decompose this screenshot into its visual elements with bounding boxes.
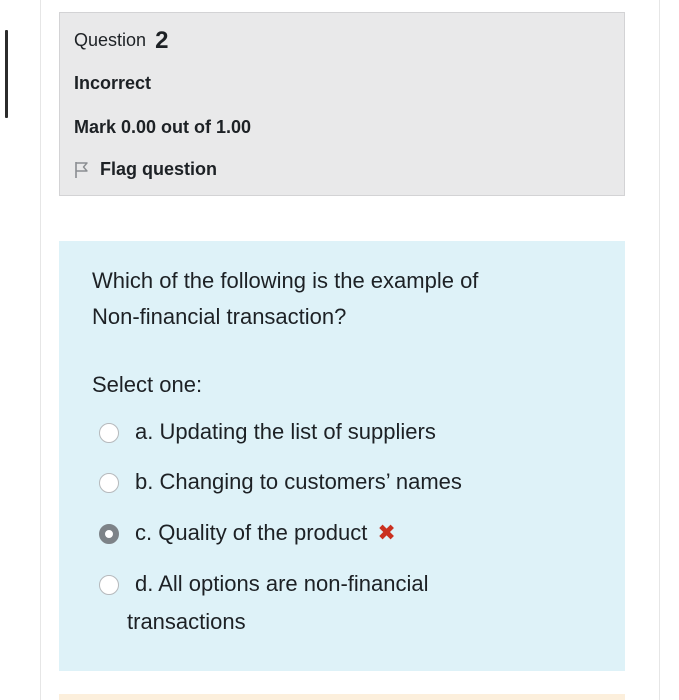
answer-option-c[interactable]: c. Quality of the product ✖	[99, 520, 396, 552]
flag-question-label: Flag question	[100, 159, 217, 179]
answer-option-d[interactable]: d. All options are non-financial transac…	[99, 571, 429, 641]
answer-label: b. Changing to customers’ names	[135, 469, 462, 494]
answer-label: a. Updating the list of suppliers	[135, 419, 436, 444]
answer-label-line-2: transactions	[127, 609, 246, 634]
radio-button[interactable]	[99, 423, 119, 443]
answer-label-container: d. All options are non-financial transac…	[127, 565, 429, 641]
question-state: Incorrect	[74, 73, 152, 93]
select-one-prompt: Select one:	[92, 372, 203, 397]
question-content-panel: Which of the following is the example of…	[59, 241, 625, 671]
answer-option-a[interactable]: a. Updating the list of suppliers	[99, 419, 436, 451]
radio-button[interactable]	[99, 473, 119, 493]
question-number: 2	[155, 27, 169, 54]
flag-question-link[interactable]: Flag question	[74, 159, 217, 180]
radio-button-selected[interactable]	[99, 524, 119, 544]
radio-button[interactable]	[99, 575, 119, 595]
answer-label-line-1: d. All options are non-financial	[135, 571, 429, 596]
answer-label-container: c. Quality of the product ✖	[135, 514, 396, 552]
feedback-panel-edge	[59, 694, 625, 700]
question-text-line-2: Non-financial transaction?	[92, 304, 347, 329]
cross-icon: ✖	[377, 520, 396, 545]
question-grade: Mark 0.00 out of 1.00	[74, 117, 252, 137]
question-text-line-1: Which of the following is the example of	[92, 268, 479, 293]
quiz-page: Question 2 Incorrect Mark 0.00 out of 1.…	[0, 0, 679, 700]
question-info-panel: Question 2 Incorrect Mark 0.00 out of 1.…	[59, 12, 625, 196]
answer-label: c. Quality of the product	[135, 520, 368, 545]
answer-option-b[interactable]: b. Changing to customers’ names	[99, 469, 462, 501]
scrollbar[interactable]	[5, 30, 8, 118]
question-label: Question	[74, 30, 147, 50]
question-text: Which of the following is the example of…	[92, 263, 592, 335]
flag-icon	[74, 161, 90, 179]
question-number-line: Question 2	[74, 27, 168, 55]
